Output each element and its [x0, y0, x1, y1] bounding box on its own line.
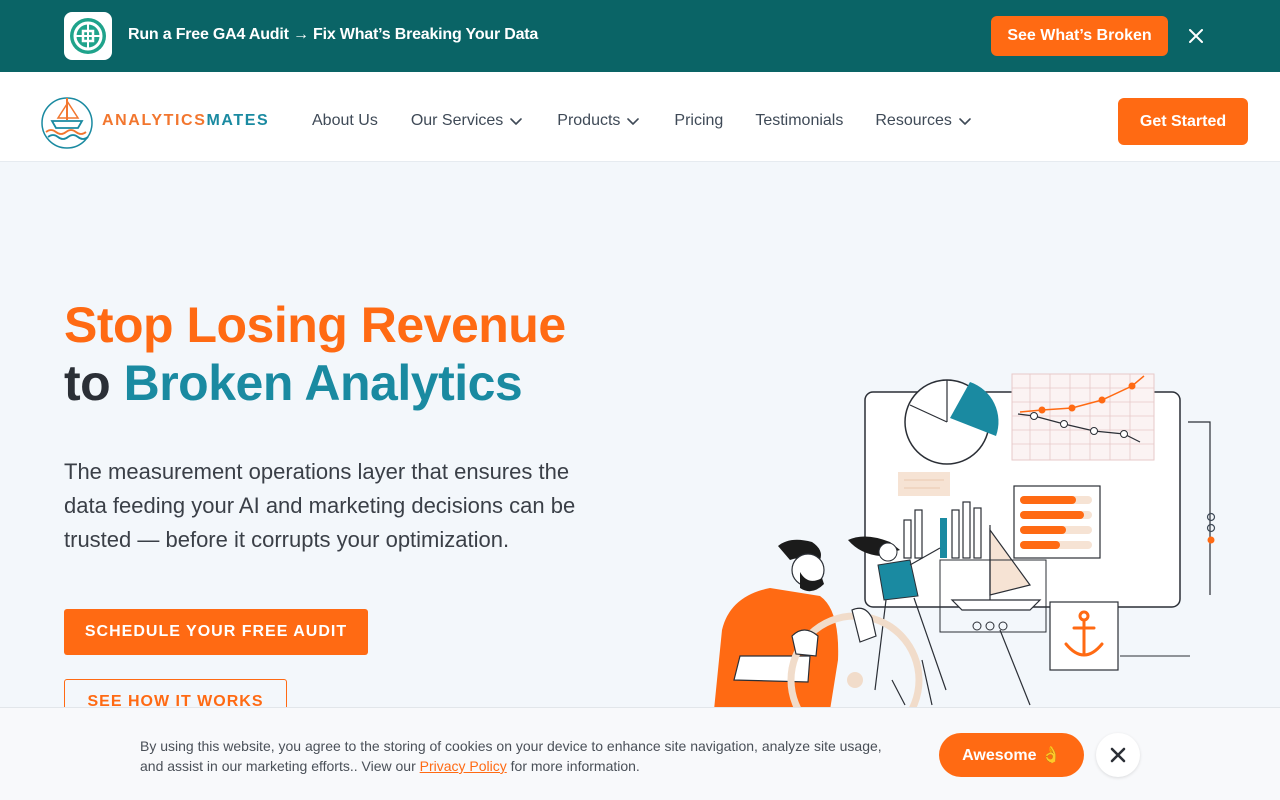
hero-title-line2-highlight: Broken Analytics	[123, 355, 523, 411]
cookie-banner: By using this website, you agree to the …	[0, 707, 1280, 800]
privacy-policy-link[interactable]: Privacy Policy	[420, 758, 507, 774]
nav-label: Our Services	[410, 112, 504, 129]
hero-title-line1: Stop Losing Revenue	[64, 297, 566, 353]
get-started-button[interactable]: Get Started	[1118, 98, 1248, 145]
nav-item-products[interactable]: Products	[557, 112, 640, 130]
audit-logo-icon	[64, 12, 112, 60]
promo-bar: Run a Free GA4 Audit → Fix What’s Breaki…	[0, 0, 1280, 72]
nav-item-resources[interactable]: Resources	[875, 112, 971, 130]
site-header: ANALYTICSMATES About Us Our Services Pro…	[0, 72, 1280, 162]
nav-label: Pricing	[674, 112, 724, 129]
hero-title-line2-prefix: to	[64, 355, 111, 411]
see-whats-broken-button[interactable]: See What’s Broken	[991, 16, 1168, 56]
nav-label: Resources	[875, 112, 952, 129]
hero-subtitle: The measurement operations layer that en…	[64, 459, 576, 552]
main-nav: About Us Our Services Products Pricing T…	[312, 112, 972, 130]
chevron-down-icon	[509, 114, 523, 128]
brand-name-part2: MATES	[206, 112, 270, 129]
cookie-text: By using this website, you agree to the …	[140, 736, 900, 776]
chevron-down-icon	[958, 114, 972, 128]
promo-text: Run a Free GA4 Audit → Fix What’s Breaki…	[128, 26, 539, 43]
close-icon[interactable]	[1184, 24, 1208, 48]
hero-title: Stop Losing Revenue to Broken Analytics	[64, 296, 566, 412]
chevron-down-icon	[626, 114, 640, 128]
slider-dots[interactable]	[1205, 512, 1217, 546]
nav-item-testimonials[interactable]: Testimonials	[755, 112, 843, 130]
cookie-accept-button[interactable]: Awesome 👌	[939, 733, 1084, 777]
nav-label: About Us	[312, 112, 378, 129]
nav-label: Products	[557, 112, 621, 129]
nav-item-pricing[interactable]: Pricing	[674, 112, 723, 130]
nav-item-our-services[interactable]: Our Services	[411, 112, 523, 130]
hero-illustration	[714, 373, 1211, 710]
schedule-audit-button[interactable]: SCHEDULE YOUR FREE AUDIT	[64, 609, 368, 655]
close-icon[interactable]	[1096, 733, 1140, 777]
brand-name-part1: ANALYTICS	[102, 112, 207, 129]
ship-logo-icon	[41, 97, 93, 149]
brand-logo[interactable]: ANALYTICSMATES	[38, 92, 269, 150]
nav-item-about-us[interactable]: About Us	[312, 112, 378, 130]
cookie-text-end: for more information.	[510, 758, 640, 774]
nav-label: Testimonials	[755, 112, 844, 129]
